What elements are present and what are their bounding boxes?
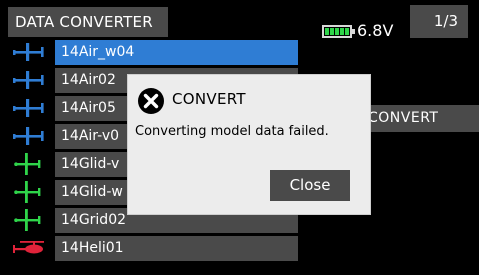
page-title: DATA CONVERTER (8, 7, 168, 37)
page-indicator-button[interactable]: 1/3 (410, 5, 468, 38)
close-button[interactable]: Close (270, 170, 350, 201)
model-list-item[interactable]: 14Air_w04 (0, 38, 300, 66)
airplane-icon (13, 71, 44, 89)
model-list-item[interactable]: 14Heli01 (0, 234, 300, 262)
helicopter-icon (13, 241, 44, 254)
glider-icon (14, 153, 41, 175)
battery-icon (322, 25, 355, 38)
airplane-icon (13, 127, 44, 145)
battery-tip (352, 29, 355, 34)
dialog-message: Converting model data failed. (135, 124, 329, 139)
convert-button[interactable]: CONVERT (356, 105, 479, 132)
error-x-icon (138, 88, 164, 114)
glider-icon (14, 209, 41, 231)
battery-level-fill (325, 28, 349, 35)
airplane-icon (13, 43, 44, 61)
battery-voltage: 6.8V (357, 21, 394, 40)
dialog-title: CONVERT (172, 90, 246, 108)
airplane-icon (13, 99, 44, 117)
data-converter-screen: DATA CONVERTER 6.8V 1/3 14Air_w04 14Air0… (0, 0, 479, 275)
model-name: 14Heli01 (55, 236, 298, 261)
glider-icon (14, 181, 41, 203)
error-dialog: CONVERT Converting model data failed. Cl… (127, 74, 371, 215)
model-name: 14Air_w04 (55, 40, 298, 65)
